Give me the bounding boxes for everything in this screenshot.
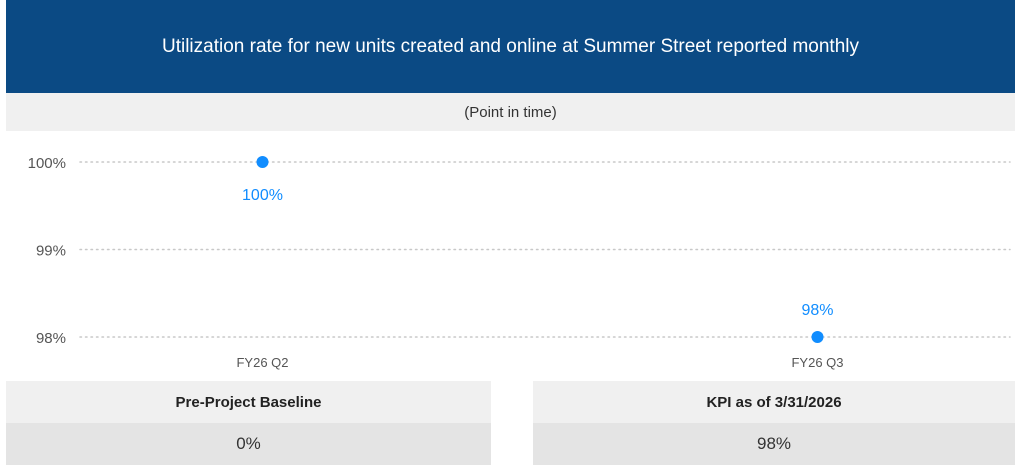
x-tick-label: FY26 Q3 — [791, 355, 843, 370]
data-label: 98% — [801, 302, 833, 319]
y-tick-label: 98% — [36, 330, 66, 347]
chart-title: Utilization rate for new units created a… — [6, 0, 1015, 93]
y-tick-label: 100% — [28, 155, 66, 172]
utilization-chart: 100% 99% 98% FY26 Q2 FY26 Q3 100% 98% — [28, 155, 1011, 370]
x-tick-label: FY26 Q2 — [236, 355, 288, 370]
current-kpi-label: KPI as of 3/31/2026 — [533, 381, 1015, 423]
data-point — [811, 331, 824, 343]
baseline-kpi-card: Pre-Project Baseline 0% — [6, 381, 491, 465]
current-kpi-value: 98% — [533, 423, 1015, 465]
y-tick-label: 99% — [36, 243, 66, 260]
chart-subtitle: (Point in time) — [6, 93, 1015, 131]
data-point — [256, 156, 269, 168]
current-kpi-card: KPI as of 3/31/2026 98% — [533, 381, 1015, 465]
baseline-kpi-value: 0% — [6, 423, 491, 465]
baseline-kpi-label: Pre-Project Baseline — [6, 381, 491, 423]
data-label: 100% — [242, 187, 283, 204]
